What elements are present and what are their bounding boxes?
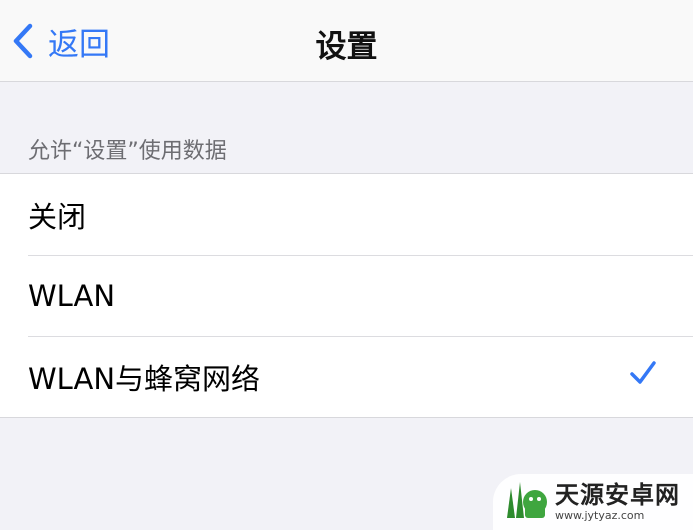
- navigation-bar: 返回 设置: [0, 0, 693, 82]
- checkmark-icon: [629, 360, 657, 390]
- option-label: 关闭: [28, 199, 87, 234]
- option-off[interactable]: 关闭: [0, 174, 693, 255]
- watermark-name: 天源安卓网: [555, 481, 680, 509]
- watermark: 天源安卓网 www.jytyaz.com: [493, 474, 693, 530]
- watermark-url: www.jytyaz.com: [555, 509, 645, 522]
- option-label: WLAN: [28, 278, 116, 313]
- option-wlan-and-cellular[interactable]: WLAN与蜂窝网络: [0, 336, 693, 417]
- option-wlan[interactable]: WLAN: [0, 255, 693, 336]
- watermark-text: 天源安卓网 www.jytyaz.com: [555, 481, 680, 523]
- android-logo-icon: [501, 478, 549, 526]
- option-label: WLAN与蜂窝网络: [28, 361, 261, 396]
- section-header: 允许“设置”使用数据: [28, 139, 227, 164]
- page-title: 设置: [315, 29, 378, 65]
- options-list: 关闭 WLAN WLAN与蜂窝网络: [0, 173, 693, 418]
